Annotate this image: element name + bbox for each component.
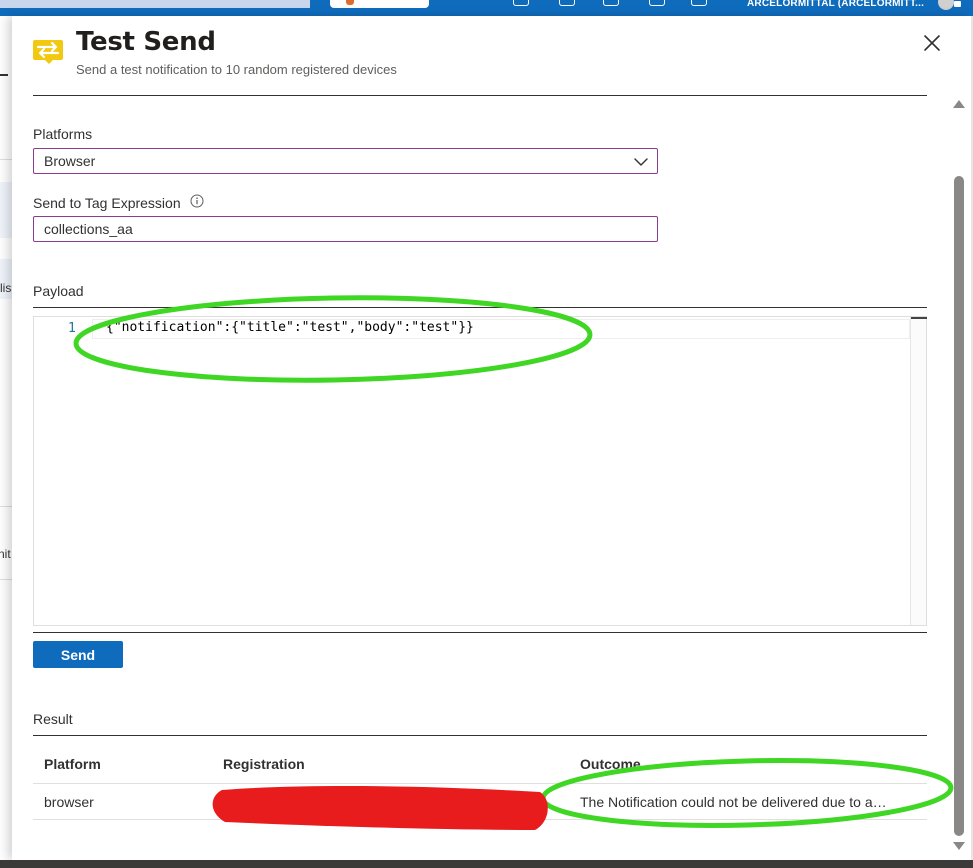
line-number: 1 — [68, 321, 76, 336]
background-divider — [0, 74, 8, 76]
page-title: Test Send — [76, 27, 216, 57]
editor-divider — [33, 632, 927, 633]
close-icon[interactable] — [920, 31, 944, 55]
page-subtitle: Send a test notification to 10 random re… — [76, 62, 397, 77]
payload-code[interactable]: {"notification":{"title":"test","body":"… — [106, 320, 474, 335]
payload-editor[interactable]: 1 {"notification":{"title":"test","body"… — [33, 316, 927, 626]
settings-icon[interactable] — [603, 0, 619, 6]
column-header-registration: Registration — [223, 756, 305, 772]
header-divider — [33, 95, 927, 96]
blade-scrollbar[interactable] — [951, 96, 967, 856]
lock-icon — [954, 1, 961, 7]
taskbar-edge — [0, 860, 973, 868]
notifications-icon[interactable] — [559, 0, 575, 6]
scroll-up-arrow-icon[interactable] — [953, 100, 965, 108]
tag-expression-input[interactable] — [33, 216, 658, 242]
notification-hub-icon — [33, 40, 63, 64]
background-selected-row — [0, 182, 12, 238]
background-text-fragment: lis — [0, 281, 12, 295]
header-row-divider — [33, 783, 927, 784]
chevron-down-icon — [634, 158, 648, 166]
result-divider — [33, 735, 927, 736]
background-page: lis nit — [0, 16, 12, 868]
background-text-fragment: nit — [0, 547, 11, 561]
avatar[interactable] — [938, 0, 954, 10]
portal-top-bar: ARCELORMITTAL (ARCELORMITT... — [0, 0, 973, 16]
feedback-icon[interactable] — [691, 0, 707, 6]
background-divider — [0, 579, 12, 580]
cloud-shell-icon[interactable] — [513, 0, 529, 6]
blade-scrollbar-thumb[interactable] — [954, 176, 964, 836]
column-header-platform: Platform — [44, 756, 101, 772]
platforms-selected-value: Browser — [44, 153, 96, 169]
copilot-button[interactable] — [330, 0, 429, 8]
global-search-bar[interactable] — [0, 0, 310, 8]
editor-scrollbar[interactable] — [910, 317, 927, 625]
cell-platform: browser — [44, 794, 94, 810]
account-name[interactable]: ARCELORMITTAL (ARCELORMITT... — [747, 0, 924, 9]
tag-expression-label: Send to Tag Expression — [33, 195, 181, 211]
platforms-label: Platforms — [33, 126, 93, 142]
copilot-icon — [346, 0, 354, 5]
payload-label: Payload — [33, 283, 84, 299]
send-button[interactable]: Send — [33, 641, 123, 668]
background-divider — [0, 506, 12, 507]
platforms-dropdown[interactable]: Browser — [33, 148, 658, 174]
scroll-down-arrow-icon[interactable] — [953, 842, 965, 850]
cell-outcome: The Notification could not be delivered … — [580, 794, 894, 810]
column-header-outcome: Outcome — [580, 756, 641, 772]
result-label: Result — [33, 711, 73, 727]
background-divider — [0, 159, 12, 160]
info-icon[interactable] — [190, 194, 204, 208]
table-row-divider — [33, 819, 927, 820]
editor-scrollbar-thumb[interactable] — [911, 317, 927, 319]
help-icon[interactable] — [649, 0, 665, 6]
payload-divider — [33, 307, 927, 308]
